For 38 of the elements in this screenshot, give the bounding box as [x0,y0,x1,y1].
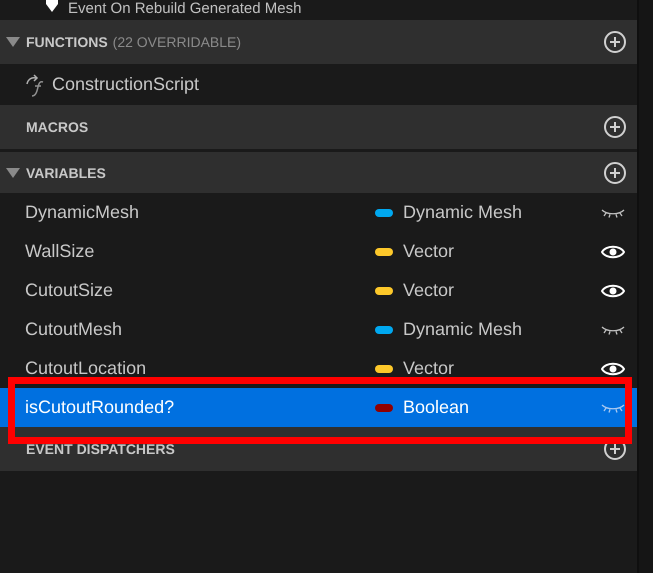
eye-icon[interactable] [601,360,625,376]
variable-type: Vector [403,358,454,379]
variable-row[interactable]: isCutoutRounded? Boolean [0,388,637,427]
add-icon[interactable] [603,30,627,54]
eye-icon[interactable] [601,244,625,260]
variable-row[interactable]: CutoutLocation Vector [0,349,637,388]
variable-name: CutoutLocation [25,358,148,379]
section-title: VARIABLES [26,164,106,180]
variable-type: Dynamic Mesh [403,202,522,223]
variable-name: DynamicMesh [25,202,140,223]
variable-row[interactable]: CutoutSize Vector [0,271,637,310]
section-header[interactable]: MACROS [0,105,637,149]
variable-row[interactable]: DynamicMesh Dynamic Mesh [0,193,637,232]
section-header[interactable]: VARIABLES [0,152,637,193]
event-label[interactable]: Event On Rebuild Generated Mesh [68,0,302,17]
event-icon [44,0,60,12]
expand-arrow-icon[interactable] [6,168,20,178]
section-note: (22 OVERRIDABLE) [112,34,242,50]
variable-row[interactable]: WallSize Vector [0,232,637,271]
variable-row[interactable]: CutoutMesh Dynamic Mesh [0,310,637,349]
section-title: FUNCTIONS [26,34,108,50]
section-title: MACROS [26,119,88,135]
variable-type: Boolean [403,397,470,418]
add-icon[interactable] [603,115,627,139]
add-icon[interactable] [603,160,627,184]
section-title: EVENT DISPATCHERS [26,441,175,457]
variable-type: Vector [403,280,454,301]
variable-type: Dynamic Mesh [403,319,522,340]
function-name[interactable]: ConstructionScript [52,74,200,95]
expand-arrow-icon[interactable] [6,37,20,47]
variable-name: CutoutSize [25,280,114,301]
variable-name: isCutoutRounded? [25,397,176,418]
section-header[interactable]: FUNCTIONS (22 OVERRIDABLE) [0,20,637,64]
variable-name: WallSize [25,241,96,262]
variable-name: CutoutMesh [25,319,124,340]
scrollbar-track[interactable] [637,0,653,573]
variable-type: Vector [403,241,454,262]
eye-icon[interactable] [601,282,625,298]
